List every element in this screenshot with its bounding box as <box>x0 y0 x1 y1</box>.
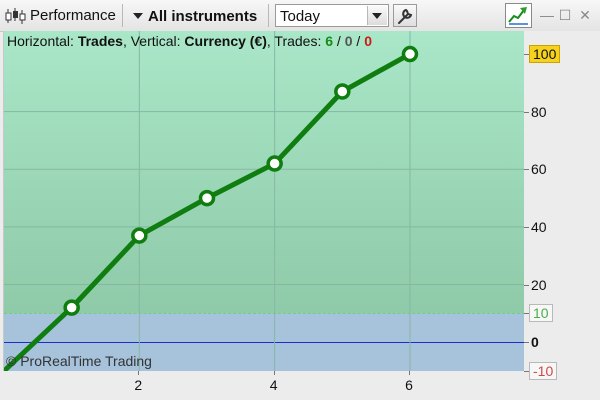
chart-plot-area[interactable]: Horizontal: Trades, Vertical: Currency (… <box>3 31 525 371</box>
horizontal-value: Trades <box>77 33 123 49</box>
period-select[interactable]: Today <box>275 4 389 27</box>
data-point[interactable] <box>266 155 283 172</box>
data-point[interactable] <box>334 83 351 100</box>
y-tick <box>524 226 529 228</box>
y-axis[interactable]: 20 40 60 80 0 10 -10 100 <box>524 31 600 380</box>
minimize-icon[interactable]: — <box>539 8 555 22</box>
x-tick-label: 6 <box>405 377 413 393</box>
copyright-text: © ProRealTime Trading <box>6 353 152 369</box>
chart-icon[interactable] <box>505 3 532 28</box>
trades-separator: / <box>333 33 345 49</box>
candlestick-icon[interactable] <box>4 7 26 25</box>
period-value: Today <box>280 8 321 25</box>
chart-info: Horizontal: Trades, Vertical: Currency (… <box>7 33 372 49</box>
y-tick <box>524 284 529 286</box>
data-point[interactable] <box>63 299 80 316</box>
dropdown-arrow-icon[interactable] <box>367 6 387 25</box>
trades-won-count: 6 <box>325 33 334 49</box>
vertical-label: , Vertical: <box>122 33 185 49</box>
y-tick <box>524 342 529 344</box>
x-tick-label: 2 <box>134 377 143 393</box>
data-point[interactable] <box>131 227 148 244</box>
zero-label: 0 <box>531 334 539 351</box>
performance-label[interactable]: Performance <box>30 7 116 24</box>
close-icon[interactable]: ✕ <box>577 8 593 22</box>
settings-button[interactable] <box>393 4 417 27</box>
triangle-down-icon <box>133 13 143 19</box>
toolbar-separator <box>122 4 123 27</box>
x-tick <box>138 371 140 375</box>
y-tick <box>524 169 529 171</box>
equity-line <box>4 51 412 371</box>
x-tick-label: 4 <box>269 377 278 393</box>
trades-lost-count: 0 <box>364 33 372 49</box>
toolbar-separator <box>268 4 269 27</box>
maximize-icon[interactable]: ☐ <box>557 8 573 22</box>
data-point[interactable] <box>198 189 216 207</box>
y-tick-label: 20 <box>531 276 547 293</box>
trades-label: , Trades: <box>266 33 326 49</box>
vertical-value: Currency (€) <box>184 33 267 49</box>
instruments-label: All instruments <box>148 7 258 25</box>
trades-even-count: 0 <box>344 33 353 49</box>
instruments-dropdown[interactable]: All instruments <box>128 5 257 27</box>
data-point[interactable] <box>401 45 419 63</box>
line-chart <box>4 31 525 371</box>
horizontal-label: Horizontal: <box>7 33 78 49</box>
trades-separator: / <box>352 33 365 49</box>
toolbar: Performance All instruments Today — ☐ ✕ <box>0 0 600 32</box>
x-axis[interactable]: 2 4 6 <box>3 371 524 400</box>
y-tick <box>524 111 529 113</box>
y-tick-label: 80 <box>531 103 547 120</box>
negative-value-label: -10 <box>529 362 558 380</box>
threshold-label: 10 <box>529 304 553 323</box>
y-tick-label: 40 <box>531 218 547 235</box>
last-value-label: 100 <box>529 45 561 64</box>
x-tick <box>408 371 410 375</box>
x-tick <box>273 371 275 375</box>
wrench-icon <box>398 8 413 24</box>
y-tick-label: 60 <box>531 161 547 178</box>
